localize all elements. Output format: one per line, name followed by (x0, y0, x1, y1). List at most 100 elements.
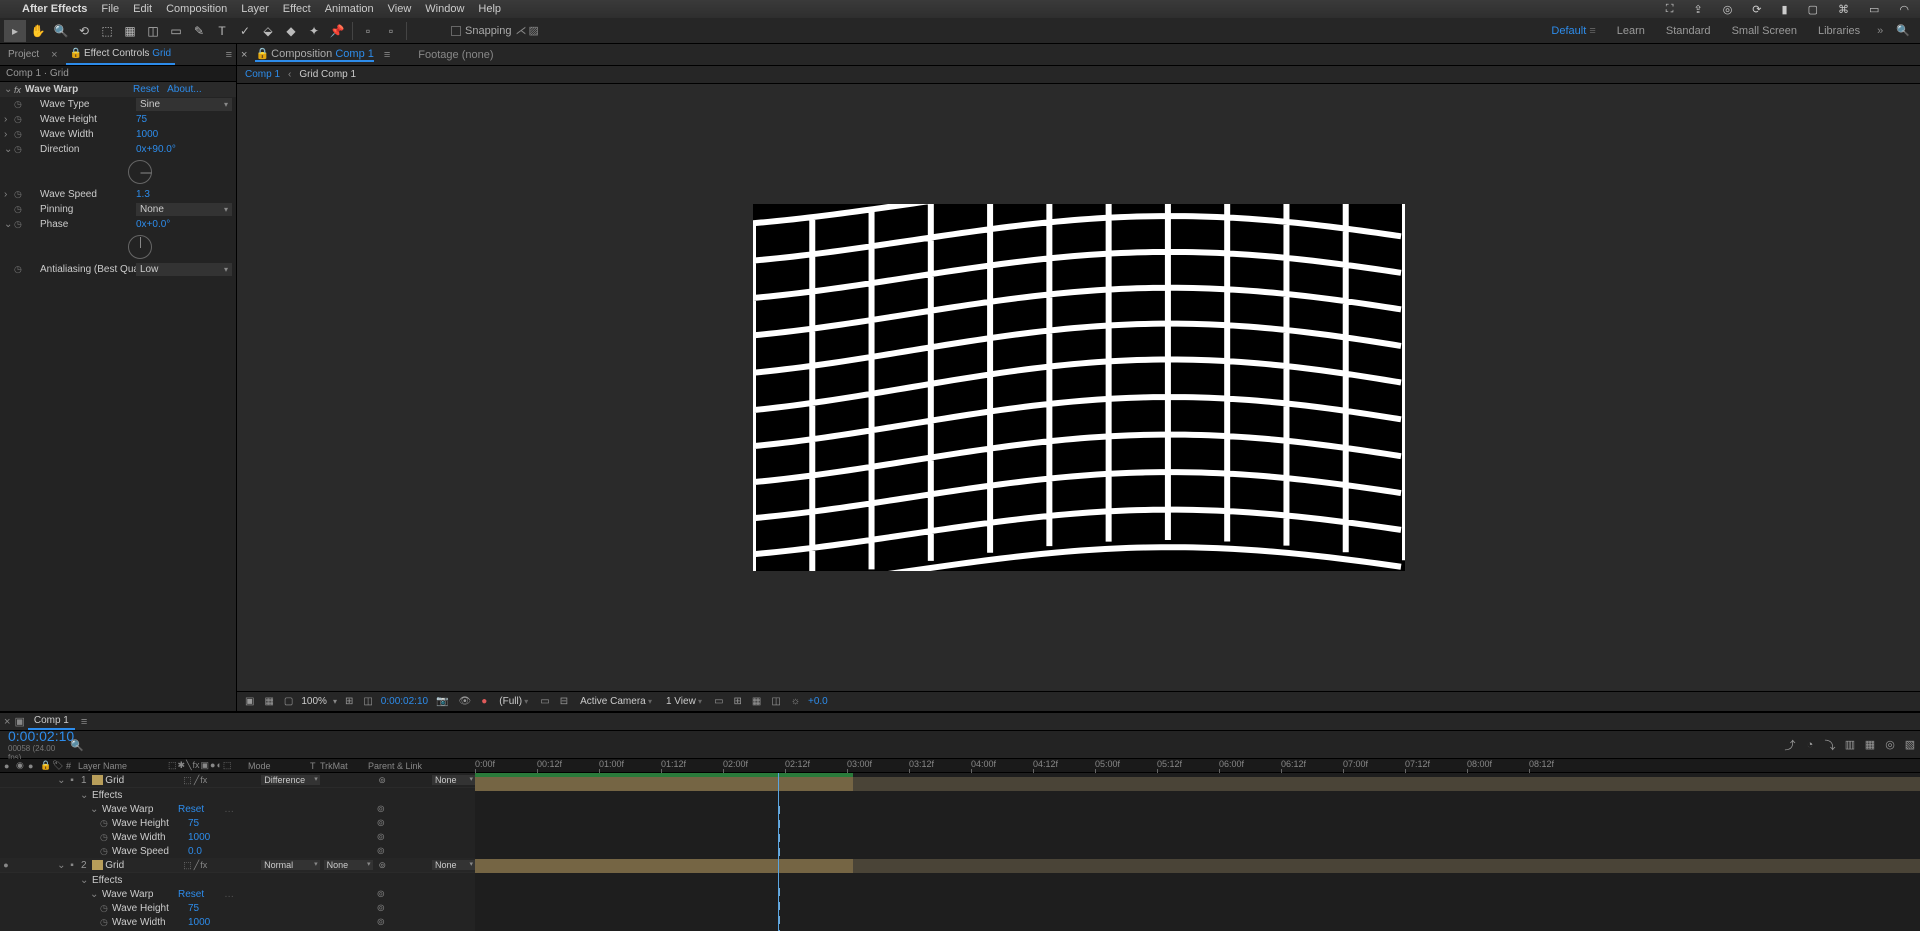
stopwatch-icon[interactable]: ◷ (14, 129, 26, 140)
stopwatch-icon[interactable]: ◷ (100, 903, 110, 914)
type-tool[interactable]: T (211, 20, 233, 42)
tab-composition[interactable]: 🔒 Composition Comp 1 (255, 47, 373, 62)
workspace-standard[interactable]: Standard (1656, 25, 1721, 37)
prop-value[interactable]: 75 (188, 818, 199, 829)
layer-name[interactable]: Grid (105, 775, 183, 786)
pickwhip-icon[interactable]: ⊚ (379, 860, 433, 871)
stopwatch-icon[interactable]: ◷ (100, 832, 110, 843)
stopwatch-icon[interactable]: ◷ (100, 917, 110, 928)
menu-view[interactable]: View (388, 3, 412, 15)
twisty-icon[interactable]: ⌄ (80, 790, 90, 801)
view-dropdown[interactable]: 1 View (662, 696, 706, 707)
selection-tool[interactable]: ▸ (4, 20, 26, 42)
tab-close[interactable]: × (241, 49, 247, 61)
tab-footage[interactable]: Footage (none) (418, 49, 493, 61)
effects-label[interactable]: Effects (90, 875, 168, 886)
panel-menu-icon[interactable]: ≡ (384, 49, 390, 61)
workspace-learn[interactable]: Learn (1607, 25, 1655, 37)
brainstorm-icon[interactable]: ▧ (1900, 738, 1920, 751)
breadcrumb-item[interactable]: Grid Comp 1 (299, 69, 356, 80)
twisty-icon[interactable]: ⌄ (90, 804, 100, 815)
menu-edit[interactable]: Edit (133, 3, 152, 15)
twisty-icon[interactable]: ⌄ (57, 775, 67, 786)
brush-tool[interactable]: ✓ (234, 20, 256, 42)
pickwhip-icon[interactable]: ⊚ (377, 804, 385, 815)
sync-icon[interactable]: ⟳ (1749, 3, 1764, 16)
color-swatch[interactable] (92, 860, 104, 870)
menu-layer[interactable]: Layer (241, 3, 269, 15)
pickwhip-icon[interactable]: ⊚ (377, 917, 385, 928)
twisty-icon[interactable]: ⌄ (4, 219, 14, 230)
draft-3d-icon[interactable]: ▦ (750, 696, 763, 707)
cc-icon[interactable]: ◎ (1720, 3, 1736, 16)
menu-composition[interactable]: Composition (166, 3, 227, 15)
snapping-more-icon[interactable]: ▨ (529, 24, 539, 37)
fx-badge-icon[interactable]: fx (14, 85, 21, 95)
blend-mode-dropdown[interactable]: Difference (261, 775, 320, 785)
tab-effect-controls[interactable]: 🔒 Effect Controls Grid (66, 44, 176, 65)
effect-name[interactable]: Wave Warp (100, 804, 178, 815)
solo-icon[interactable]: ▪ (66, 860, 78, 871)
parent-dropdown[interactable]: None (432, 860, 475, 870)
twisty-icon[interactable]: ⌄ (4, 84, 14, 95)
shape-tool[interactable]: ▭ (165, 20, 187, 42)
3d-icon[interactable]: ◫ (769, 696, 782, 707)
effect-name[interactable]: Wave Warp (23, 84, 133, 95)
workspace-libraries[interactable]: Libraries (1808, 25, 1870, 37)
snapping-options-icon[interactable]: ⋌ (516, 24, 527, 37)
stroke-swatch[interactable]: ▫ (380, 20, 402, 42)
param-direction-value[interactable]: 0x+90.0° (136, 144, 232, 155)
stopwatch-icon[interactable]: ◷ (100, 846, 110, 857)
pickwhip-icon[interactable]: ⊚ (378, 775, 432, 786)
camera-tool[interactable]: ▦ (119, 20, 141, 42)
stopwatch-icon[interactable]: ◷ (14, 204, 26, 215)
stopwatch-icon[interactable]: ◷ (14, 114, 26, 125)
mask-icon[interactable]: ▢ (282, 696, 295, 707)
tab-close[interactable]: × (51, 49, 57, 61)
effect-about[interactable]: About... (167, 84, 201, 95)
stopwatch-icon[interactable]: ◷ (100, 818, 110, 829)
menu-animation[interactable]: Animation (325, 3, 374, 15)
workspace-overflow-icon[interactable]: » (1871, 25, 1889, 37)
search-icon[interactable]: 🔍 (70, 740, 84, 752)
phase-dial[interactable] (128, 235, 152, 259)
composition-viewer[interactable] (237, 84, 1920, 691)
stopwatch-icon[interactable]: ◷ (14, 144, 26, 155)
transparency-grid-icon[interactable]: ▦ (262, 696, 275, 707)
effect-reset[interactable]: Reset (178, 804, 204, 815)
airplay-icon[interactable]: ▭ (1866, 3, 1882, 16)
menu-help[interactable]: Help (478, 3, 501, 15)
orbit-tool[interactable]: ⟲ (73, 20, 95, 42)
stopwatch-icon[interactable]: ◷ (14, 99, 26, 110)
tab-close[interactable]: × (4, 716, 10, 728)
col-mode[interactable]: Mode (246, 761, 308, 771)
twisty-icon[interactable]: › (4, 189, 14, 200)
snapping-checkbox[interactable] (451, 26, 461, 36)
resolution-icon[interactable]: ⊞ (343, 696, 355, 707)
dropbox-icon[interactable]: ⇪ (1690, 3, 1705, 16)
parent-dropdown[interactable]: None (432, 775, 475, 785)
playhead[interactable] (778, 773, 779, 931)
roto-tool[interactable]: ✦ (303, 20, 325, 42)
twisty-icon[interactable]: ⌄ (4, 144, 14, 155)
pickwhip-icon[interactable]: ⊚ (377, 903, 385, 914)
effect-reset[interactable]: Reset (178, 889, 204, 900)
param-wave-height-value[interactable]: 75 (136, 114, 232, 125)
prop-value[interactable]: 1000 (188, 917, 210, 928)
param-wave-type-select[interactable]: Sine (136, 98, 232, 111)
pixel-aspect-icon[interactable]: ▭ (712, 696, 725, 707)
param-wave-speed-value[interactable]: 1.3 (136, 189, 232, 200)
layer-row[interactable]: ●⌄▪2Grid⬚╱fxNormalNone⊚None (0, 858, 475, 873)
layer-name[interactable]: Grid (105, 860, 183, 871)
panel-menu-icon[interactable]: ≡ (81, 716, 87, 728)
fast-preview-icon[interactable]: ▭ (538, 696, 551, 707)
twisty-icon[interactable]: › (4, 129, 14, 140)
search-icon[interactable]: 🔍 (1890, 24, 1916, 37)
pickwhip-icon[interactable]: ⊚ (377, 818, 385, 829)
zoom-tool[interactable]: 🔍 (50, 20, 72, 42)
motion-blur-icon[interactable]: ▦ (1860, 738, 1880, 751)
blend-mode-dropdown[interactable]: Normal (261, 860, 320, 870)
color-swatch[interactable] (92, 775, 104, 785)
prop-value[interactable]: 1000 (188, 832, 210, 843)
exposure-value[interactable]: +0.0 (808, 696, 828, 707)
